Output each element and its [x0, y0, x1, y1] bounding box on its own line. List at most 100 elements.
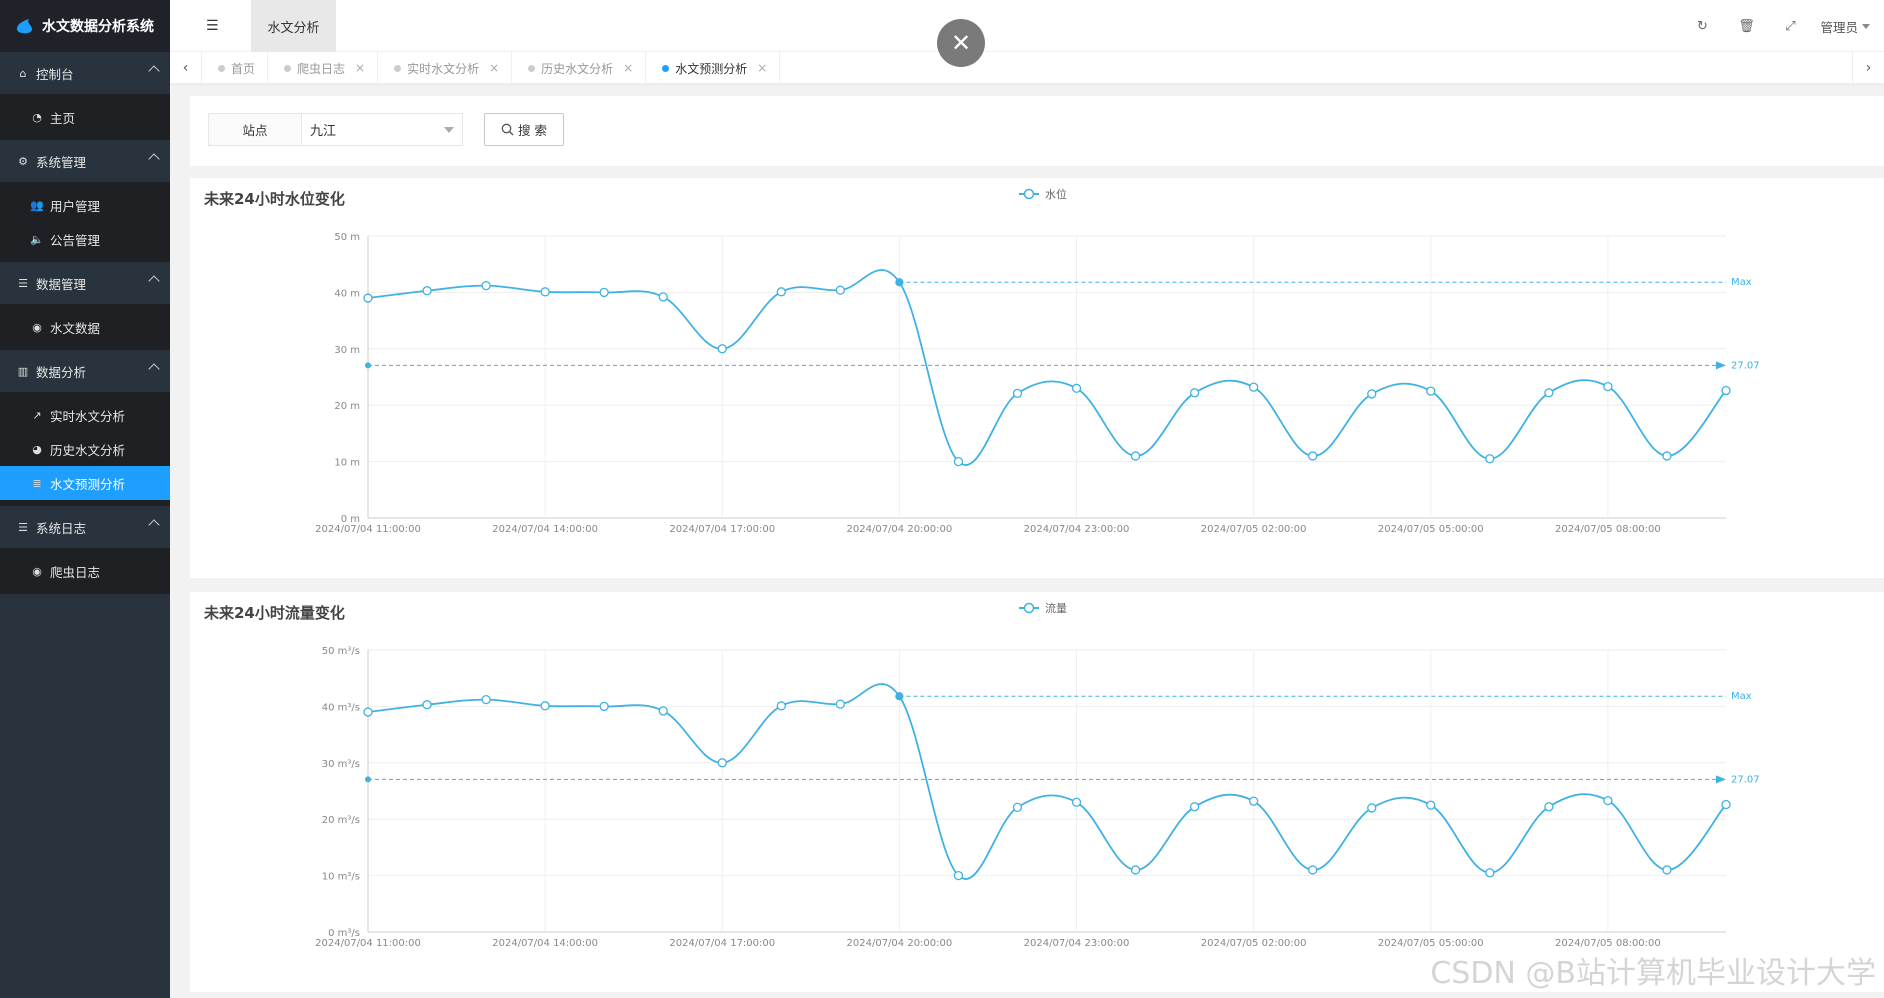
search-card: 站点 九江 搜 索 — [190, 96, 1884, 166]
data-point — [1249, 796, 1259, 806]
sidebar-item-hydro-data[interactable]: ◉ 水文数据 — [0, 310, 170, 344]
series-line — [367, 683, 1727, 880]
chart-card-water-level: 未来24小时水位变化 水位 0 m 10 m 20 m 30 m 40 m 50 m 2024… — [190, 178, 1884, 578]
search-button[interactable]: 搜 索 — [484, 113, 564, 146]
fullscreen-icon[interactable]: ⤢ — [1768, 19, 1812, 34]
x-tick-label: 2024/07/04 20:00:00 — [847, 524, 953, 535]
data-point — [1130, 865, 1141, 875]
sidebar-item-home[interactable]: ◔ 主页 — [0, 100, 170, 134]
sidebar-item-forecast[interactable]: ≣ 水文预测分析 — [0, 466, 170, 500]
database-icon: ≣ — [32, 476, 42, 490]
user-menu[interactable]: 管理员 — [1812, 17, 1870, 36]
tab-dot — [662, 64, 670, 72]
chevron-right-icon[interactable]: › — [1852, 52, 1884, 84]
data-point — [1662, 451, 1672, 461]
data-point — [422, 286, 432, 296]
tab-home[interactable]: 首页 — [202, 52, 269, 84]
chevron-up-icon — [148, 519, 160, 531]
sidebar-item-crawler-log[interactable]: ◉ 爬虫日志 — [0, 554, 170, 588]
menu-head-system[interactable]: ⚙ 系统管理 — [0, 140, 170, 182]
sidebar-item-label: 用户管理 — [50, 198, 101, 214]
chevron-left-icon[interactable]: ‹ — [170, 52, 202, 84]
avg-markline-start — [365, 362, 371, 369]
x-tick-label: 2024/07/05 05:00:00 — [1378, 938, 1484, 949]
data-point — [953, 870, 964, 881]
user-name: 管理员 — [1820, 19, 1858, 35]
x-tick-label: 2024/07/05 08:00:00 — [1555, 524, 1661, 535]
menu-group-system: ⚙ 系统管理 👥 用户管理 🔈 公告管理 — [0, 140, 170, 262]
menu-group-data: ☰ 数据管理 ◉ 水文数据 — [0, 262, 170, 350]
sidebar-item-history[interactable]: ◕ 历史水文分析 — [0, 432, 170, 466]
station-value: 九江 — [310, 124, 337, 139]
tab-history[interactable]: 历史水文分析 × — [512, 52, 647, 84]
data-point — [1012, 802, 1023, 813]
tab-forecast[interactable]: 水文预测分析 × — [646, 52, 781, 84]
chart-card-flow: 未来24小时流量变化 流量 0 m³/s 10 m³/s 20 m³/s 30 m³/s… — [190, 592, 1884, 992]
sidebar-item-realtime[interactable]: ↗ 实时水文分析 — [0, 398, 170, 432]
menu-head-logs[interactable]: ☰ 系统日志 — [0, 506, 170, 548]
sidebar-item-notices[interactable]: 🔈 公告管理 — [0, 222, 170, 256]
sidebar-item-label: 主页 — [50, 110, 76, 126]
data-point — [1544, 802, 1554, 812]
sidebar-item-users[interactable]: 👥 用户管理 — [0, 188, 170, 222]
data-point — [1603, 381, 1613, 392]
chart-legend: 流量 — [1019, 601, 1067, 615]
tab-realtime[interactable]: 实时水文分析 × — [378, 52, 513, 84]
tab-close-icon[interactable]: × — [355, 61, 365, 75]
data-point — [1485, 454, 1495, 464]
data-point — [1071, 797, 1082, 807]
avg-markline-arrow — [1716, 361, 1726, 370]
y-tick-label: 50 m — [334, 232, 360, 243]
y-tick-label: 10 m³/s — [322, 872, 360, 883]
data-point — [540, 287, 550, 297]
menu-sub-system: 👥 用户管理 🔈 公告管理 — [0, 182, 170, 262]
refresh-icon[interactable]: ↻ — [1680, 19, 1724, 34]
tab-label: 实时水文分析 — [407, 61, 480, 76]
tab-close-icon[interactable]: × — [757, 61, 767, 75]
tab-crawler-log[interactable]: 爬虫日志 × — [268, 52, 379, 84]
data-point — [717, 758, 727, 768]
users-icon: 👥 — [30, 198, 44, 212]
x-tick-label: 2024/07/04 14:00:00 — [492, 524, 598, 535]
x-tick-label: 2024/07/05 02:00:00 — [1201, 524, 1307, 535]
data-point — [835, 699, 845, 709]
caret-down-icon — [1862, 23, 1870, 29]
menu-head-data[interactable]: ☰ 数据管理 — [0, 262, 170, 304]
station-field: 站点 九江 — [208, 113, 463, 146]
x-tick-label: 2024/07/04 11:00:00 — [315, 524, 421, 535]
data-point — [481, 694, 491, 705]
x-tick-label: 2024/07/04 23:00:00 — [1024, 524, 1130, 535]
page-tabs-bar: ‹ 首页 爬虫日志 × 实时水文分析 × 历史水文分析 × 水文预测分析 × › — [170, 52, 1884, 84]
data-point — [776, 287, 786, 297]
menu-head-analysis[interactable]: ▥ 数据分析 — [0, 350, 170, 392]
globe-icon: ◉ — [32, 564, 42, 578]
menu-group-analysis: ▥ 数据分析 ↗ 实时水文分析 ◕ 历史水文分析 ≣ 水文预测分析 — [0, 350, 170, 506]
data-point — [363, 293, 373, 303]
close-icon[interactable]: ✕ — [937, 19, 985, 67]
menu-sub-analysis: ↗ 实时水文分析 ◕ 历史水文分析 ≣ 水文预测分析 — [0, 392, 170, 506]
menu-toggle-icon[interactable]: ☰ — [206, 18, 219, 34]
list-icon: ☰ — [18, 276, 28, 290]
station-select[interactable]: 九江 — [302, 114, 462, 145]
menu-head-label: 控制台 — [36, 66, 74, 82]
app-logo[interactable]: 水文数据分析系统 — [0, 0, 170, 52]
pie-chart-icon: ◕ — [32, 442, 42, 456]
menu-head-console[interactable]: ⌂ 控制台 — [0, 52, 170, 94]
data-point — [1544, 388, 1554, 398]
tab-close-icon[interactable]: × — [623, 61, 633, 75]
data-point — [599, 287, 609, 298]
chevron-up-icon — [148, 363, 160, 375]
data-point — [363, 707, 373, 717]
module-tab[interactable]: 水文分析 — [251, 0, 336, 52]
sidebar-item-label: 实时水文分析 — [50, 408, 126, 424]
flow-chart: 流量0 m³/s10 m³/s20 m³/s30 m³/s40 m³/s50 m… — [315, 601, 1760, 949]
tab-close-icon[interactable]: × — [489, 61, 499, 75]
data-point — [1426, 800, 1436, 810]
data-point — [1485, 868, 1495, 878]
y-tick-label: 30 m — [334, 345, 360, 356]
data-point — [895, 692, 904, 701]
trash-icon[interactable]: 🗑 — [1724, 19, 1768, 34]
menu-head-label: 数据管理 — [36, 276, 87, 292]
sidebar: 水文数据分析系统 ⌂ 控制台 ◔ 主页 ⚙ 系统管理 👥 用户管理 🔈 公告管理… — [0, 0, 170, 998]
sidebar-item-label: 历史水文分析 — [50, 442, 126, 458]
